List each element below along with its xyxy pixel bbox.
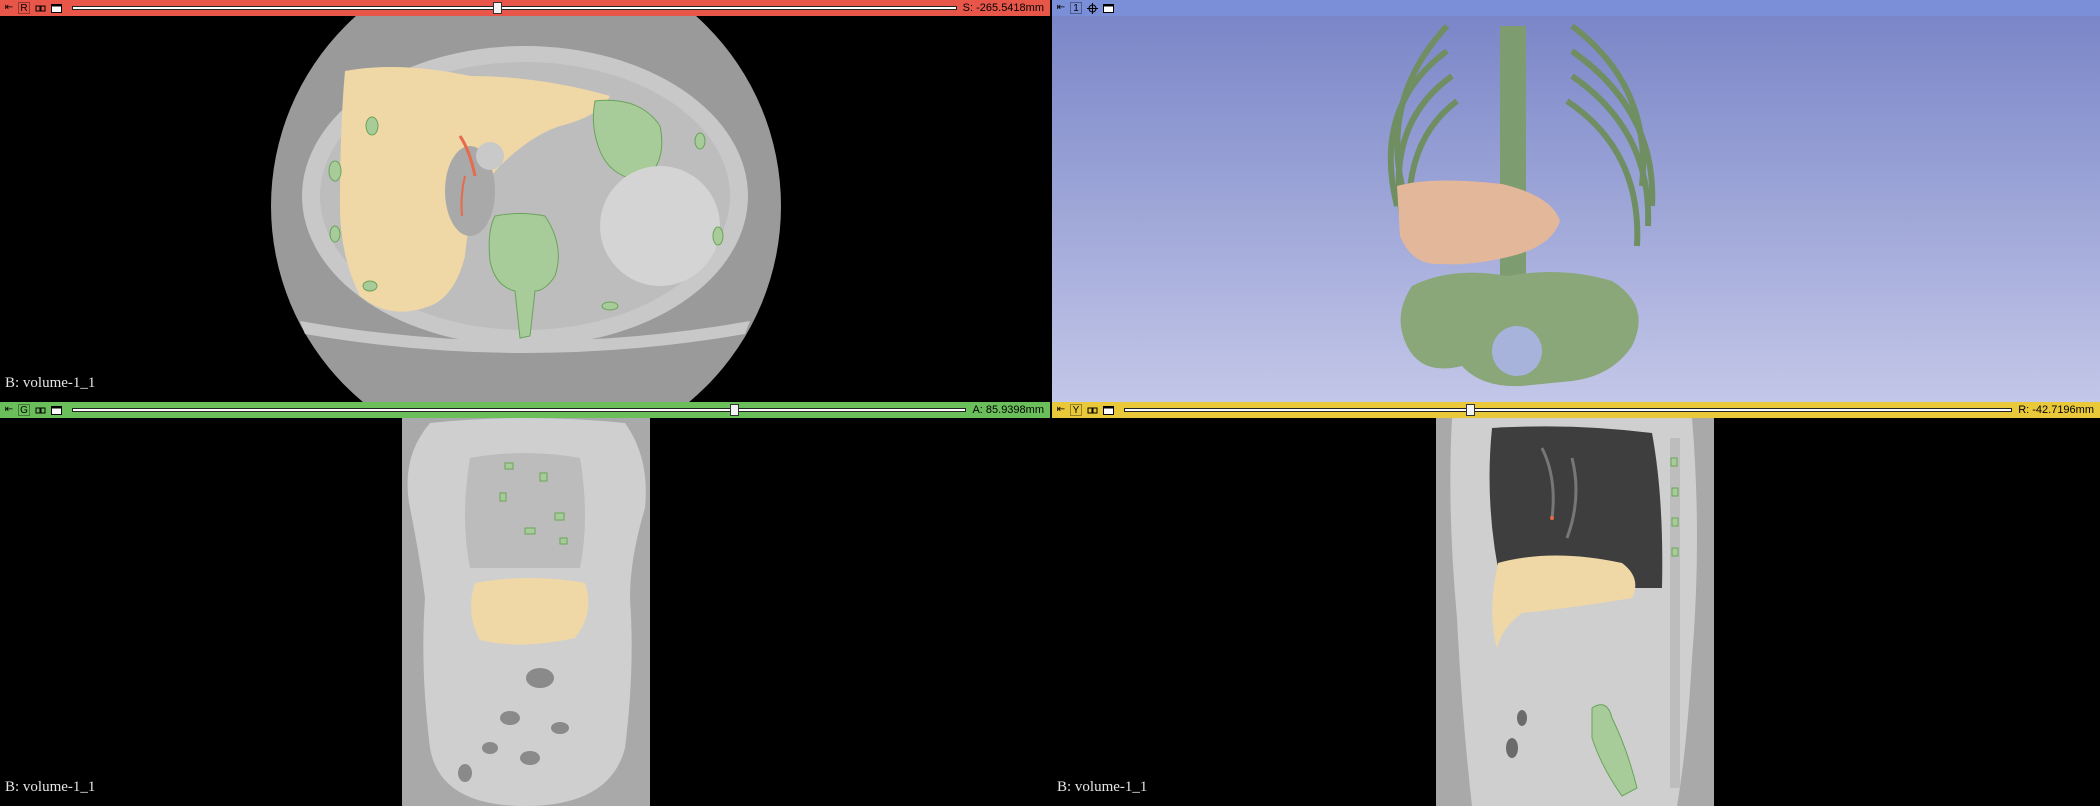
sagittal-ct-image [1436, 418, 1714, 806]
threed-view-controller-bar: ⇤ 1 [1052, 0, 2100, 16]
slider-handle[interactable] [1466, 404, 1476, 416]
slice-offset-slider[interactable] [72, 0, 957, 16]
slider-track[interactable] [72, 408, 967, 412]
link-icon[interactable] [34, 404, 46, 416]
slider-handle[interactable] [492, 2, 502, 14]
slice-offset-slider[interactable] [72, 402, 967, 418]
liver-segment [471, 578, 589, 645]
volume-label: B: volume-1_1 [5, 375, 96, 391]
slice-position-readout: A: 85.9398mm [972, 404, 1044, 416]
slider-track[interactable] [72, 6, 957, 10]
volume-label: B: volume-1_1 [5, 779, 96, 795]
slice-position-readout: S: -265.5418mm [962, 2, 1044, 14]
pin-icon[interactable]: ⇤ [1055, 404, 1067, 416]
window-icon[interactable] [50, 2, 62, 14]
pin-icon[interactable]: ⇤ [3, 404, 15, 416]
view-letter: R [18, 2, 30, 14]
yellow-view-controller-bar: ⇤ Y R: -42.7196mm [1052, 402, 2100, 418]
link-icon[interactable] [34, 2, 46, 14]
red-slice-view[interactable]: ⇤ R S: -265.5418mm B: volume-1_1 [0, 0, 1050, 402]
volume-label: B: volume-1_1 [1057, 779, 1148, 795]
threed-render [1052, 16, 2100, 402]
red-view-controller-bar: ⇤ R S: -265.5418mm [0, 0, 1050, 16]
view-letter: Y [1070, 404, 1082, 416]
slice-offset-slider[interactable] [1124, 402, 2013, 418]
coronal-ct-image [402, 418, 650, 806]
view-letter: 1 [1070, 2, 1082, 14]
yellow-slice-view[interactable]: ⇤ Y R: -42.7196mm B: volume-1_1 [1052, 402, 2100, 806]
view-letter: G [18, 404, 30, 416]
threed-view[interactable]: ⇤ 1 [1052, 0, 2100, 402]
link-icon[interactable] [1086, 404, 1098, 416]
axial-ct-image [271, 16, 781, 402]
window-icon[interactable] [1102, 2, 1114, 14]
crosshair-icon[interactable] [1086, 2, 1098, 14]
slider-track[interactable] [1124, 408, 2013, 412]
slider-handle[interactable] [729, 404, 739, 416]
slice-position-readout: R: -42.7196mm [2018, 404, 2094, 416]
green-slice-view[interactable]: ⇤ G A: 85.9398mm B: volume-1_1 [0, 402, 1050, 806]
pin-icon[interactable]: ⇤ [1055, 2, 1067, 14]
window-icon[interactable] [50, 404, 62, 416]
green-view-controller-bar: ⇤ G A: 85.9398mm [0, 402, 1050, 418]
pin-icon[interactable]: ⇤ [3, 2, 15, 14]
window-icon[interactable] [1102, 404, 1114, 416]
